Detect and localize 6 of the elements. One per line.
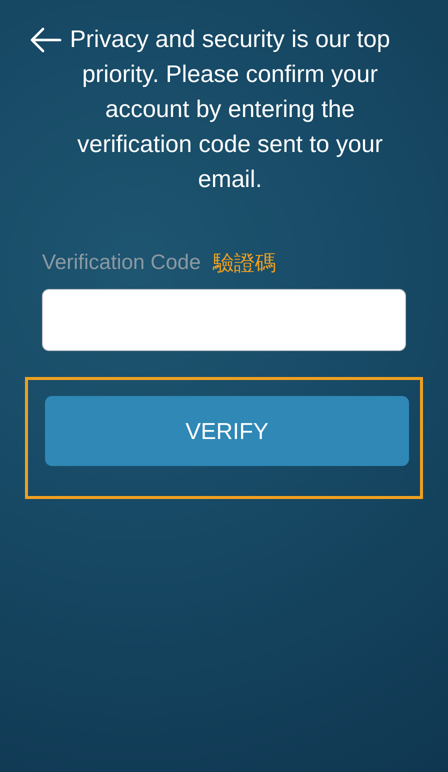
verification-message: Privacy and security is our top priority. Please confirm your account by entering the verification code sent to your email. [68, 25, 392, 195]
translation-annotation: 驗證碼 [212, 251, 276, 277]
field-label: Verification Code [42, 251, 201, 275]
back-icon[interactable] [30, 27, 62, 53]
verify-button[interactable]: VERIFY [45, 396, 409, 466]
code-input-field[interactable] [42, 289, 406, 351]
